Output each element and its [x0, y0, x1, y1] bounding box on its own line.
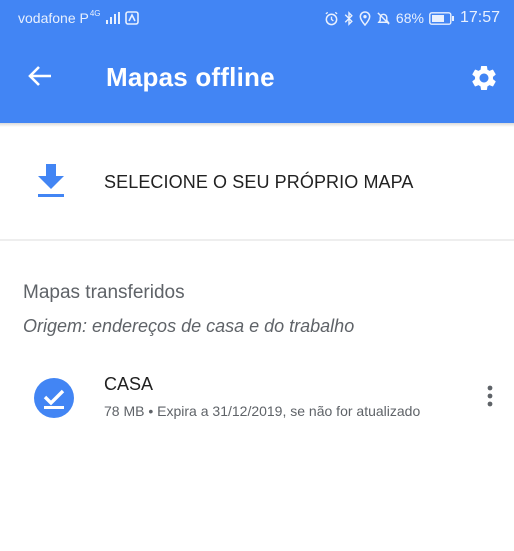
- signal-icon: [105, 12, 120, 24]
- download-icon: [36, 164, 66, 203]
- location-icon: [359, 10, 371, 26]
- select-own-map-label: SELECIONE O SEU PRÓPRIO MAPA: [104, 172, 414, 192]
- section-divider: [0, 239, 514, 241]
- page-title: Mapas offline: [106, 62, 275, 92]
- downloaded-maps-title: Mapas transferidos: [23, 282, 185, 303]
- arrow-back-icon: [28, 65, 52, 92]
- settings-button[interactable]: [462, 58, 506, 102]
- map-expiry: Expira a 31/12/2019, se não for atualiza…: [157, 403, 421, 419]
- bluetooth-icon: [344, 10, 354, 26]
- map-size: 78 MB: [104, 403, 145, 419]
- check-circle-icon: [33, 377, 75, 424]
- network-type: 4G: [89, 8, 101, 18]
- battery-icon: [429, 11, 455, 25]
- mute-icon: [376, 11, 391, 26]
- clock: 17:57: [459, 9, 500, 26]
- back-button[interactable]: [20, 58, 60, 98]
- map-list-item[interactable]: CASA 78 MB • Expira a 31/12/2019, se não…: [0, 360, 514, 440]
- status-bar-right: 68% 17:57: [324, 9, 500, 27]
- map-name: CASA: [104, 374, 154, 394]
- more-options-button[interactable]: [476, 382, 504, 414]
- battery-percent: 68%: [395, 10, 424, 26]
- app-bar: Mapas offline: [0, 36, 514, 123]
- carrier-name: vodafone P: [18, 10, 89, 26]
- meta-separator: •: [148, 403, 158, 419]
- status-bar: vodafone P 4G 68% 17:57: [0, 0, 514, 36]
- map-meta: 78 MB • Expira a 31/12/2019, se não for …: [104, 403, 420, 419]
- downloaded-maps-subtitle: Origem: endereços de casa e do trabalho: [23, 316, 355, 336]
- more-vert-icon: [487, 385, 493, 412]
- status-bar-left: vodafone P 4G: [18, 8, 139, 26]
- gear-icon: [469, 63, 499, 98]
- map-notification-icon: [124, 11, 139, 25]
- select-own-map-button[interactable]: SELECIONE O SEU PRÓPRIO MAPA: [0, 127, 514, 239]
- alarm-icon: [324, 11, 339, 26]
